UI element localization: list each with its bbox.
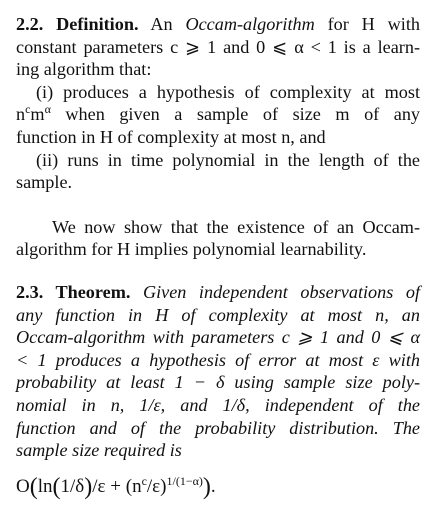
definition-line-1-part-3: for H with	[314, 14, 421, 34]
transition-line-2: algorithm for H implies polynomial learn…	[16, 239, 367, 260]
definition-line-1-part-1: An	[150, 14, 186, 34]
theorem-line-6: nomial in n, 1/ε, and 1/δ, independent o…	[16, 394, 420, 415]
theorem-line-4: < 1 produces a hypothesis of error at mo…	[16, 349, 420, 370]
definition-line-5: ncmα when given a sample of size m of an…	[16, 103, 420, 126]
definition-line-8: sample.	[16, 172, 73, 193]
definition-item-i: (i) produces a hypothesis of complexity …	[36, 81, 420, 102]
definition-line-6: function in H of complexity at most n, a…	[16, 126, 326, 147]
theorem-line-1: 2.3. Theorem. Given independent observat…	[16, 281, 420, 304]
definition-item-ii: (ii) runs in time polynomial in the leng…	[36, 149, 420, 170]
theorem-line-5: probability at least 1 − δ using sample …	[16, 372, 420, 393]
sample-size-formula: O(ln(1/δ)/ε + (nc/ε)1/(1−α)).	[16, 473, 216, 500]
theorem-heading: 2.3. Theorem.	[16, 281, 131, 302]
definition-line-2: constant parameters c ⩾ 1 and 0 ⩽ α < 1 …	[16, 36, 420, 57]
theorem-line-8: sample size required is	[16, 440, 182, 461]
occam-algorithm-term: Occam-algorithm	[185, 14, 315, 34]
theorem-line-2: any function in H of complexity at most …	[16, 304, 420, 325]
definition-line-1: 2.2. Definition. An Occam-algorithm for …	[16, 13, 420, 36]
theorem-line-3: Occam-algorithm with parameters c ⩾ 1 an…	[16, 327, 420, 348]
formula-exponent: 1/(1−α)	[166, 473, 203, 488]
complexity-expression: ncmα	[16, 102, 51, 125]
definition-heading: 2.2. Definition.	[16, 14, 139, 34]
transition-line-1: We now show that the existence of an Occ…	[52, 216, 420, 237]
definition-line-5-text: when given a sample of size m of any	[65, 104, 421, 125]
theorem-line-1-text: Given independent observations of	[142, 281, 420, 302]
paper-page: 2.2. Definition. An Occam-algorithm for …	[16, 13, 420, 506]
theorem-line-7: function and of the probability distribu…	[16, 417, 420, 438]
definition-line-3: ing algorithm that:	[16, 59, 152, 80]
